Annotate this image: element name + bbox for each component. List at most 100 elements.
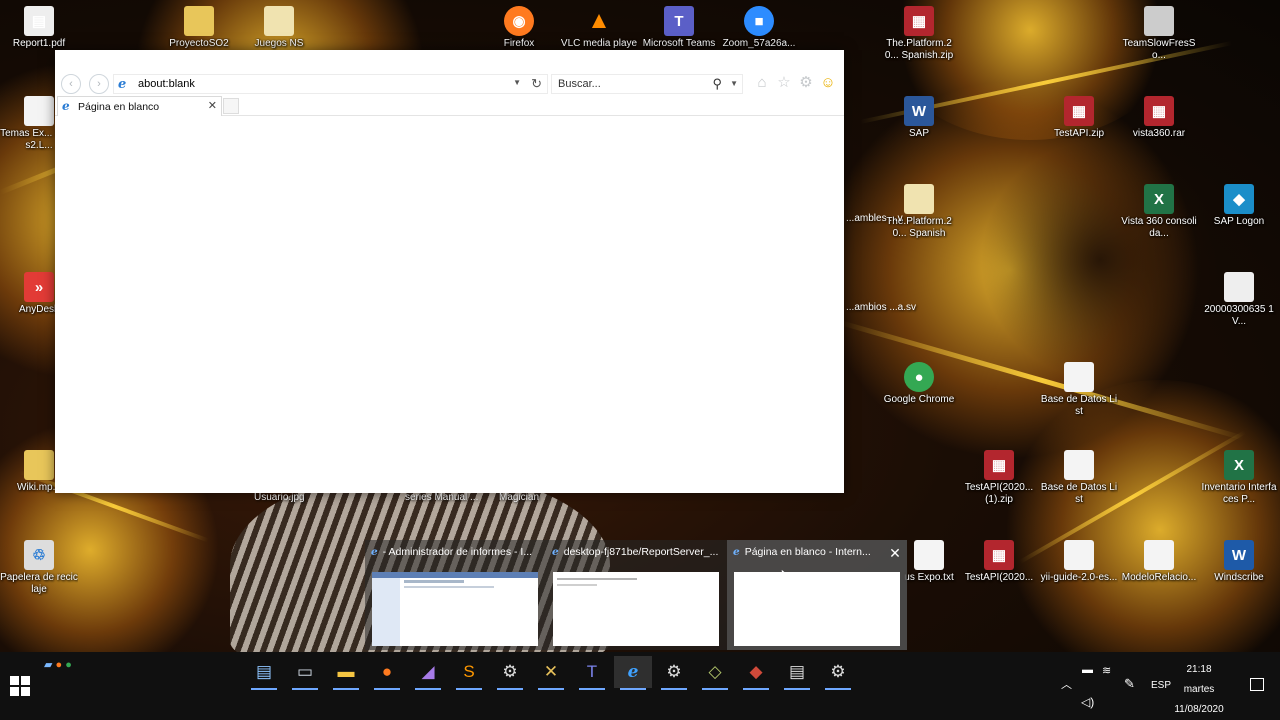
close-tab-icon[interactable]: ✕ <box>208 99 217 112</box>
desktop-icon-platform-zip[interactable]: ▦ The.Platform.20... Spanish.zip <box>880 6 958 62</box>
taskbar-calculator[interactable]: ▤ <box>245 656 283 690</box>
desktop-label-ambios: ...ambios ...a.sv <box>846 302 917 313</box>
document-icon <box>914 540 944 570</box>
taskbar-teams[interactable]: T <box>573 656 611 690</box>
tools-icon: ✕ <box>543 662 559 681</box>
folder-icon <box>264 6 294 36</box>
desktop-icon-teamslow[interactable]: TeamSlowFresSo... <box>1120 6 1198 62</box>
start-button[interactable] <box>10 676 30 696</box>
taskbar-app-2[interactable]: ◆ <box>737 656 775 690</box>
taskbar-app-1[interactable]: ◇ <box>696 656 734 690</box>
back-button[interactable]: ‹ <box>61 74 81 94</box>
network-icon[interactable]: ≋ <box>1102 664 1111 677</box>
folder-icon <box>184 6 214 36</box>
document-icon: ▤ <box>788 662 806 681</box>
address-bar[interactable]: e about:blank ▼ ↻ <box>113 74 548 94</box>
taskbar-sublime[interactable]: S <box>450 656 488 690</box>
address-dropdown-icon[interactable]: ▼ <box>513 78 521 87</box>
desktop-icon-recycle-bin[interactable]: ♲ Papelera de reciclaje <box>0 540 78 596</box>
volume-icon[interactable]: ◁) <box>1081 695 1094 709</box>
taskbar-firefox[interactable]: ● <box>368 656 406 690</box>
clock-date: 11/08/2020 <box>1174 704 1224 715</box>
thumbnail-title: Página en blanco - Intern... <box>744 546 871 558</box>
chrome-icon: ● <box>904 362 934 392</box>
desktop-icon-testapi-zip[interactable]: ▦ TestAPI.zip <box>1040 96 1118 140</box>
taskbar-visual-studio[interactable]: ◢ <box>409 656 447 690</box>
word-icon: W <box>904 96 934 126</box>
taskbar-settings-2[interactable]: ⚙ <box>655 656 693 690</box>
page-content[interactable] <box>55 116 844 493</box>
explorer-window-icon: ▭ <box>296 662 314 681</box>
search-placeholder: Buscar... <box>558 78 601 90</box>
desktop-icon-modelorelacional[interactable]: ModeloRelacio... <box>1120 540 1198 584</box>
desktop-icon-proyectoso2[interactable]: ProyectoSO2 <box>160 6 238 50</box>
taskbar-document[interactable]: ▤ <box>778 656 816 690</box>
thumbnail-pagina-en-blanco[interactable]: e Página en blanco - Intern... ✕ <box>727 540 907 650</box>
app-icon[interactable]: ▰ <box>44 659 52 671</box>
clock[interactable]: 21:18 martes 11/08/2020 <box>1164 660 1234 720</box>
desktop-icon-teams[interactable]: T Microsoft Teams <box>640 6 718 50</box>
desktop-label-series-manual: series Manual ... <box>405 492 479 503</box>
desktop-icon-base-de-datos-2[interactable]: Base de Datos List <box>1040 450 1118 506</box>
desktop-icon-base-de-datos-1[interactable]: Base de Datos List <box>1040 362 1118 418</box>
thumbnail-reportserver[interactable]: e desktop-fj871be/ReportServer_... <box>546 540 726 650</box>
browser-toolbar: ‹ › e about:blank ▼ ↻ Buscar... ⚲ ▼ ⌂ ☆ … <box>55 50 844 116</box>
desktop-icon-platform-folder[interactable]: The.Platform.20... Spanish <box>880 184 958 240</box>
taskbar-settings-1[interactable]: ⚙ <box>491 656 529 690</box>
notification-center-icon[interactable] <box>1250 678 1264 691</box>
taskbar-explorer-window[interactable]: ▭ <box>286 656 324 690</box>
battery-icon[interactable]: ▬ <box>1082 664 1093 676</box>
clock-time: 21:18 <box>1186 664 1212 675</box>
tab-pagina-en-blanco[interactable]: e Página en blanco ✕ <box>57 96 222 116</box>
taskbar-thumbnail-panel: e- Administrador de informes - I... e des… <box>365 540 907 650</box>
visual-studio-icon: ◢ <box>421 662 435 681</box>
desktop-icon-windscribe[interactable]: W Windscribe <box>1200 540 1278 584</box>
firefox-icon[interactable]: ● <box>56 659 63 671</box>
desktop-icon-zoom[interactable]: ■ Zoom_57a26a... <box>720 6 798 50</box>
search-box[interactable]: Buscar... ⚲ ▼ <box>551 74 743 94</box>
desktop-icon-vista360-rar[interactable]: ▦ vista360.rar <box>1120 96 1198 140</box>
chrome-icon[interactable]: ● <box>65 659 72 671</box>
desktop-icon-firefox[interactable]: ◉ Firefox <box>480 6 558 50</box>
winrar-icon: ▦ <box>984 450 1014 480</box>
search-dropdown-icon[interactable]: ▼ <box>730 79 738 88</box>
thumbnail-administrador-informes[interactable]: e - Administrador de informes - I... <box>365 540 545 650</box>
favorites-star-icon[interactable]: ☆ <box>775 74 793 92</box>
desktop-icon-2000030063[interactable]: 20000300635 1V... <box>1200 272 1278 328</box>
clock-weekday: martes <box>1183 684 1215 695</box>
desktop-icon-testapi-1-zip[interactable]: ▦ TestAPI(2020... (1).zip <box>960 450 1038 506</box>
taskbar-internet-explorer[interactable]: e <box>614 656 652 690</box>
desktop-icon-report1-pdf[interactable]: ▤ Report1.pdf <box>0 6 78 50</box>
forward-button[interactable]: › <box>89 74 109 94</box>
thumbnail-preview <box>553 572 719 646</box>
desktop-icon-sap-logon[interactable]: ◆ SAP Logon <box>1200 184 1278 228</box>
new-tab-button[interactable] <box>223 98 239 114</box>
internet-explorer-window[interactable]: ‹ › e about:blank ▼ ↻ Buscar... ⚲ ▼ ⌂ ☆ … <box>55 50 844 493</box>
recycle-bin-icon: ♲ <box>24 540 54 570</box>
search-icon[interactable]: ⚲ <box>712 76 722 92</box>
taskbar-settings-3[interactable]: ⚙ <box>819 656 857 690</box>
taskbar-file-explorer[interactable]: ▬ <box>327 656 365 690</box>
desktop-icon-testapi-2020[interactable]: ▦ TestAPI(2020... <box>960 540 1038 584</box>
gear-icon[interactable]: ⚙ <box>797 74 815 92</box>
address-text: about:blank <box>138 78 195 90</box>
vlc-icon: ▲ <box>587 7 611 34</box>
desktop-icon-vista360-xlsx[interactable]: X Vista 360 consolida... <box>1120 184 1198 240</box>
desktop-icon-google-chrome[interactable]: ● Google Chrome <box>880 362 958 406</box>
desktop-icon-inventario[interactable]: X Inventario Interfaces P... <box>1200 450 1278 506</box>
desktop-label-ambles: ...ambles ...v <box>846 213 903 224</box>
smiley-feedback-icon[interactable]: ☺ <box>819 74 837 92</box>
app-icon: ◇ <box>708 662 722 681</box>
file-explorer-icon: ▬ <box>337 662 355 681</box>
desktop-icon-sap[interactable]: W SAP <box>880 96 958 140</box>
show-hidden-icons-chevron-icon[interactable]: ︿ <box>1061 676 1072 692</box>
pen-icon[interactable]: ✎ <box>1124 676 1135 692</box>
home-icon[interactable]: ⌂ <box>753 74 771 92</box>
ie-page-icon: e <box>118 77 127 92</box>
close-thumbnail-icon[interactable]: ✕ <box>883 542 907 564</box>
desktop-icon-juegos-ns[interactable]: Juegos NS <box>240 6 318 50</box>
refresh-icon[interactable]: ↻ <box>531 76 542 92</box>
thumbnail-title: - Administrador de informes - I... <box>382 546 533 558</box>
desktop-icon-yii-guide[interactable]: yii-guide-2.0-es... <box>1040 540 1118 584</box>
taskbar-tools[interactable]: ✕ <box>532 656 570 690</box>
